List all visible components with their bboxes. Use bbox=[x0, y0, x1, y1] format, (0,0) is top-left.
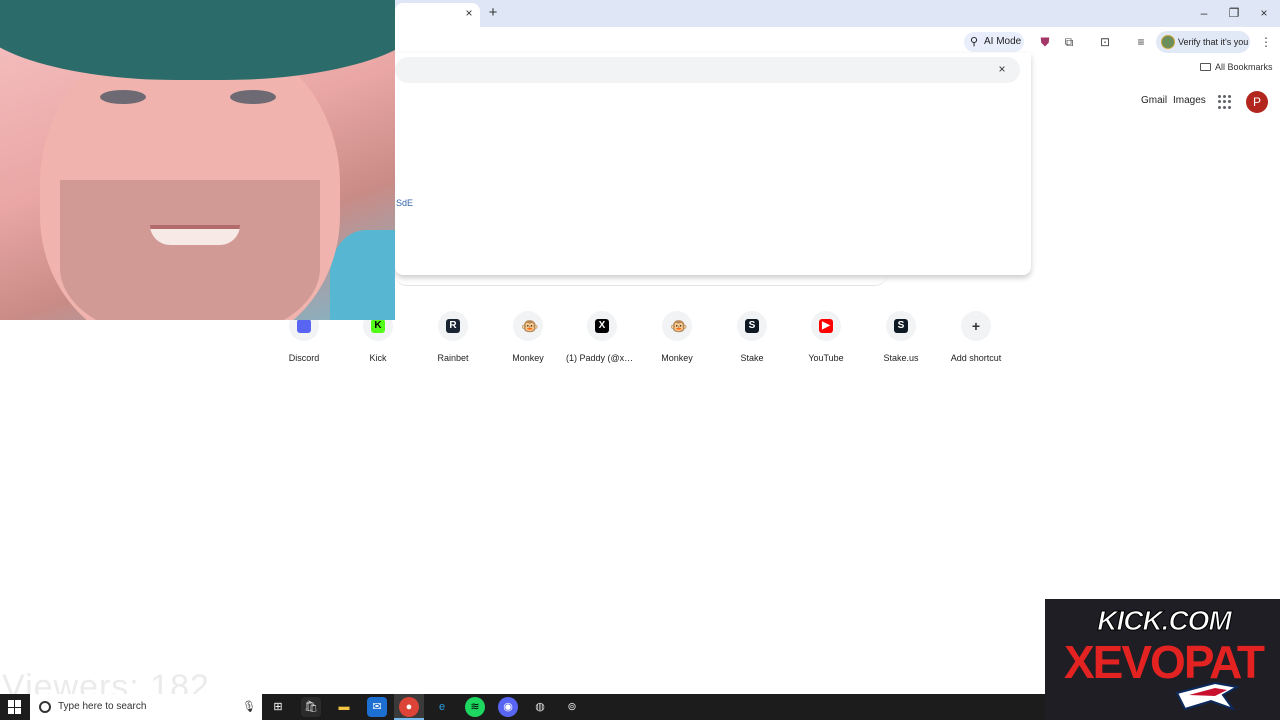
task-view-icon[interactable]: ⊞ bbox=[268, 697, 288, 717]
ai-mode-label: AI Mode bbox=[984, 36, 1022, 47]
profile-avatar[interactable]: P bbox=[1246, 91, 1268, 113]
shortcut-label: Rainbet bbox=[437, 353, 469, 363]
shortcut-glyph: + bbox=[969, 319, 983, 333]
shortcut-icon: S bbox=[737, 311, 767, 341]
shortcut-glyph: 🐵 bbox=[670, 318, 688, 334]
close-window-button[interactable]: × bbox=[1252, 4, 1276, 22]
verify-label: Verify that it's you bbox=[1178, 37, 1249, 47]
shortcut-icon: ▶ bbox=[811, 311, 841, 341]
shortcut-glyph: K bbox=[371, 319, 385, 333]
edge-icon[interactable]: e bbox=[432, 697, 452, 717]
shortcut-icon: + bbox=[961, 311, 991, 341]
shortcut-icon: X bbox=[587, 311, 617, 341]
folder-icon bbox=[1200, 63, 1211, 71]
shortcut-label: Stake bbox=[740, 353, 764, 363]
shortcut-tile[interactable]: X (1) Paddy (@xev... bbox=[566, 311, 638, 371]
microphone-icon[interactable]: 🎙 bbox=[242, 694, 256, 720]
obs-icon[interactable]: ◍ bbox=[530, 697, 550, 717]
spotify-icon[interactable]: ≋ bbox=[465, 697, 485, 717]
all-bookmarks-label: All Bookmarks bbox=[1215, 62, 1273, 72]
beanie bbox=[0, 0, 395, 80]
ai-mode-button[interactable]: ⚲ AI Mode bbox=[964, 32, 1024, 52]
new-tab-button[interactable]: + bbox=[486, 5, 500, 21]
shortcut-label: Kick bbox=[369, 353, 387, 363]
shortcut-icon: S bbox=[886, 311, 916, 341]
images-link[interactable]: Images bbox=[1173, 95, 1206, 106]
shortcut-glyph: X bbox=[595, 319, 609, 333]
chrome-icon[interactable]: ● bbox=[399, 697, 419, 717]
shortcut-glyph: S bbox=[894, 319, 908, 333]
hoodie bbox=[330, 230, 395, 320]
windows-start-icon[interactable] bbox=[8, 700, 22, 714]
omnibox-dropdown: × SdE bbox=[395, 53, 1031, 275]
shortcut-tile[interactable]: S Stake.us bbox=[865, 311, 937, 371]
patriots-logo-icon bbox=[1175, 681, 1240, 712]
menu-icon[interactable]: ⋮ bbox=[1258, 34, 1274, 50]
left-eye bbox=[100, 90, 146, 104]
shortcut-tile[interactable]: 🐵 Monkey bbox=[641, 311, 713, 371]
kick-com-text: KICK.COM bbox=[1097, 605, 1233, 637]
close-icon[interactable]: × bbox=[995, 62, 1009, 76]
file-explorer-icon[interactable]: ▬ bbox=[334, 697, 354, 717]
store-icon[interactable]: 🛍 bbox=[301, 697, 321, 717]
taskbar: Type here to search 🎙 ⊞ 🛍 ▬ ✉ ● e ≋ ◉ ◍ … bbox=[0, 694, 1045, 720]
right-eye bbox=[230, 90, 276, 104]
shortcut-label: YouTube bbox=[808, 353, 844, 363]
shortcut-icon: 🐵 bbox=[513, 311, 543, 341]
discord-icon[interactable]: ◉ bbox=[498, 697, 518, 717]
shortcut-label: Stake.us bbox=[883, 353, 919, 363]
shortcut-tile[interactable]: + Add shortcut bbox=[940, 311, 1012, 371]
shortcut-tile[interactable]: ▶ YouTube bbox=[790, 311, 862, 371]
shortcut-tile[interactable]: Discord bbox=[268, 311, 340, 371]
extensions-icon[interactable]: ⧉ bbox=[1061, 34, 1077, 50]
shortcut-tile[interactable]: K Kick bbox=[342, 311, 414, 371]
gmail-link[interactable]: Gmail bbox=[1141, 95, 1167, 106]
shortcut-label: Monkey bbox=[661, 353, 693, 363]
webcam-overlay bbox=[0, 0, 395, 320]
shortcut-glyph: S bbox=[745, 319, 759, 333]
all-bookmarks-button[interactable]: All Bookmarks bbox=[1200, 59, 1280, 75]
verify-button[interactable]: Verify that it's you bbox=[1156, 31, 1250, 53]
restore-button[interactable]: ❐ bbox=[1222, 4, 1246, 22]
shortcut-glyph: ▶ bbox=[819, 319, 833, 333]
smile bbox=[150, 225, 240, 245]
shortcut-tile[interactable]: R Rainbet bbox=[417, 311, 489, 371]
app-icon[interactable]: ⊚ bbox=[562, 697, 582, 717]
mail-icon[interactable]: ✉ bbox=[367, 697, 387, 717]
media-controls-icon[interactable]: ≡ bbox=[1133, 34, 1149, 50]
shortcut-icon: 🐵 bbox=[662, 311, 692, 341]
tab-close-icon[interactable]: × bbox=[462, 6, 476, 20]
avatar bbox=[1161, 35, 1175, 49]
ai-search-icon: ⚲ bbox=[970, 36, 979, 48]
shortcut-tile[interactable]: 🐵 Monkey bbox=[492, 311, 564, 371]
channel-name: XEVOPAT bbox=[1064, 636, 1265, 688]
shortcut-tile[interactable]: S Stake bbox=[716, 311, 788, 371]
screen: × + – ❐ × ⚲ AI Mode ⛊ ⧉ ⊡ ≡ Verify that … bbox=[0, 0, 1280, 720]
shortcut-glyph bbox=[297, 319, 311, 333]
shortcut-label: Monkey bbox=[512, 353, 544, 363]
shield-extension-icon[interactable]: ⛊ bbox=[1037, 34, 1053, 50]
suggestion-text[interactable]: SdE bbox=[396, 198, 413, 208]
apps-grid-icon[interactable] bbox=[1218, 95, 1232, 109]
minimize-button[interactable]: – bbox=[1192, 4, 1216, 22]
cortana-icon bbox=[39, 701, 51, 713]
shortcut-label: Discord bbox=[288, 353, 320, 363]
taskbar-search[interactable]: Type here to search 🎙 bbox=[30, 694, 262, 720]
shortcut-glyph: 🐵 bbox=[521, 318, 539, 334]
shortcut-label: (1) Paddy (@xev... bbox=[566, 353, 638, 363]
search-placeholder: Type here to search bbox=[58, 701, 147, 712]
omnibox-input[interactable] bbox=[395, 57, 1020, 83]
tab-search-icon[interactable]: ⊡ bbox=[1097, 34, 1113, 50]
shortcut-icon: R bbox=[438, 311, 468, 341]
shortcut-glyph: R bbox=[446, 319, 460, 333]
shortcut-label: Add shortcut bbox=[950, 353, 1002, 363]
kick-logo: KICK.COM XEVOPAT bbox=[1045, 599, 1280, 720]
